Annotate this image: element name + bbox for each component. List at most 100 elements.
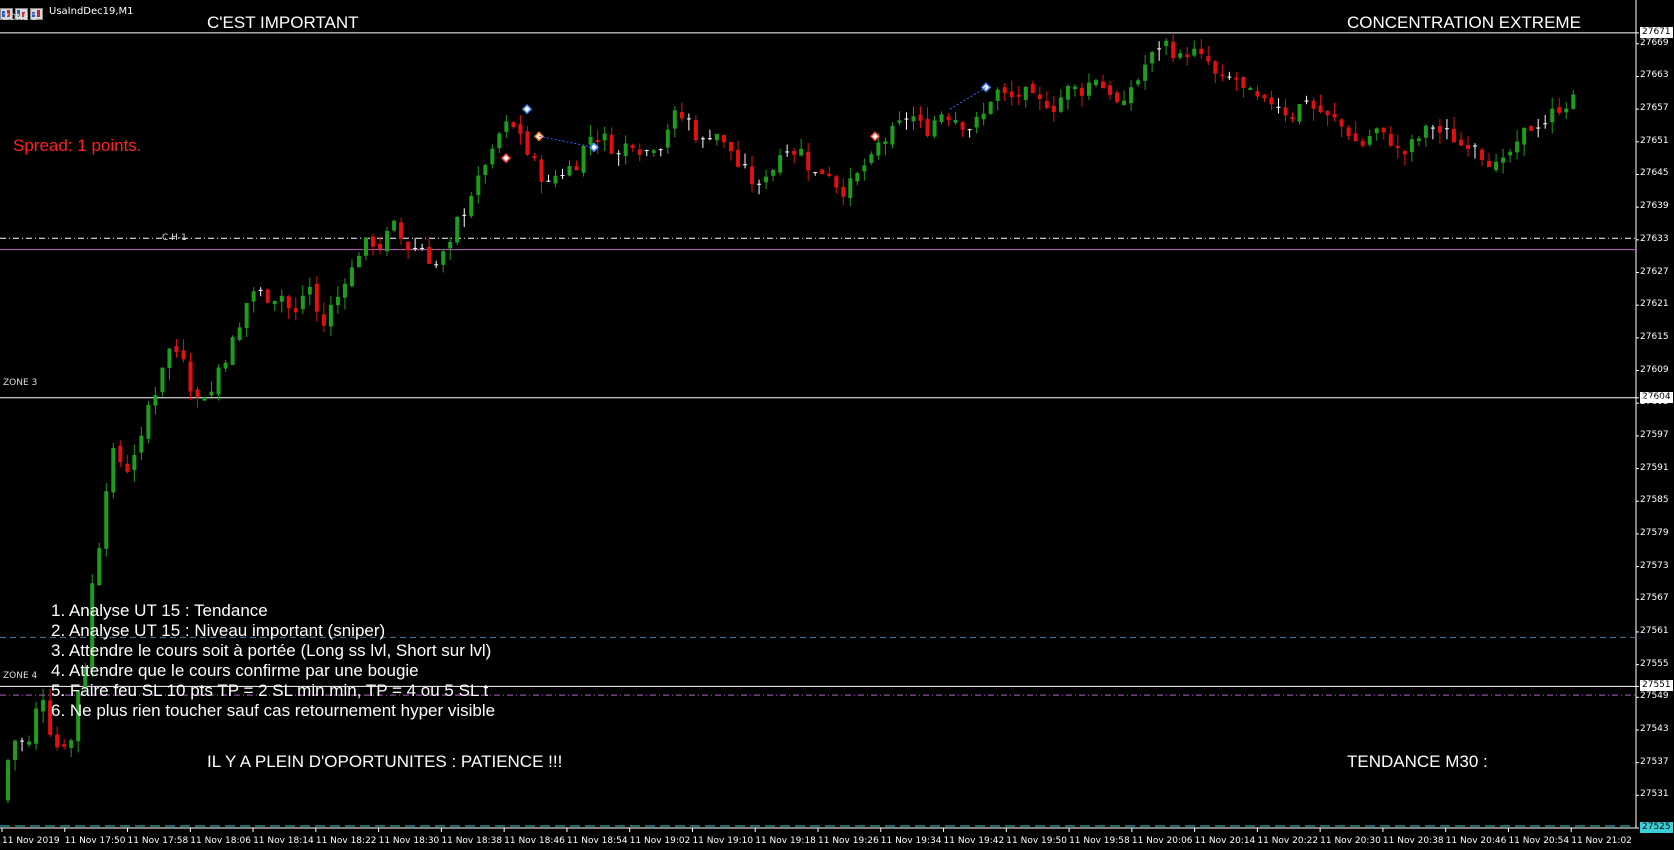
candle-body xyxy=(314,283,319,312)
candle-body xyxy=(539,159,544,182)
zone-3-label: ZONE 3 xyxy=(3,378,38,388)
candle-body xyxy=(476,175,481,196)
candle-body xyxy=(1255,91,1260,97)
candle-body xyxy=(876,142,881,156)
price-axis-label: 27633 xyxy=(1640,233,1669,244)
candle-body xyxy=(167,348,172,368)
candle-body xyxy=(195,389,200,398)
candle-body xyxy=(328,304,333,327)
rule-4: 4. Attendre que le cours confirme par un… xyxy=(51,661,419,680)
candle-body xyxy=(1353,133,1358,142)
time-axis-label: 11 Nov 19:02 xyxy=(629,836,691,846)
candle-body xyxy=(855,173,860,182)
zone-4-label: ZONE 4 xyxy=(3,671,38,681)
candle-body xyxy=(1220,74,1225,77)
candle-body xyxy=(1002,87,1007,94)
candle-body xyxy=(890,125,895,145)
candle-body xyxy=(1311,100,1316,109)
rule-6: 6. Ne plus rien toucher sauf cas retourn… xyxy=(51,701,496,720)
time-axis-label: 11 Nov 18:30 xyxy=(378,836,440,846)
candle-body xyxy=(1332,113,1337,118)
candle-body xyxy=(602,133,607,141)
time-axis-label: 11 Nov 20:30 xyxy=(1320,836,1381,846)
candle-body xyxy=(841,187,846,197)
trade-marker-icon xyxy=(869,131,881,142)
candle-body xyxy=(1283,107,1288,116)
candle-body xyxy=(1213,61,1218,74)
price-axis-label: 27597 xyxy=(1640,429,1669,440)
price-axis-label: 27651 xyxy=(1640,135,1669,146)
candle-body xyxy=(490,148,495,165)
candle-body xyxy=(1122,100,1127,105)
candle-body xyxy=(118,445,123,462)
candle-body xyxy=(799,148,804,156)
price-axis-label: 27669 xyxy=(1640,37,1669,48)
candle-body xyxy=(1480,149,1485,160)
price-axis-label: 27621 xyxy=(1640,299,1669,310)
time-axis-label: 11 Nov 20:06 xyxy=(1131,836,1193,846)
candle-body xyxy=(525,131,530,155)
candle-body xyxy=(939,114,944,123)
candle-body xyxy=(960,122,965,130)
time-axis-label: 11 Nov 19:34 xyxy=(880,836,942,846)
candle-body xyxy=(932,120,937,137)
candle-body xyxy=(441,251,446,265)
rule-1: 1. Analyse UT 15 : Tendance xyxy=(51,601,268,620)
candle-body xyxy=(1030,83,1035,93)
price-chart[interactable] xyxy=(0,0,1674,850)
candle-body xyxy=(1150,52,1155,64)
candle-body xyxy=(1199,48,1204,55)
candle-body xyxy=(6,760,10,801)
price-axis-label: 27567 xyxy=(1640,593,1669,604)
candle-body xyxy=(1065,85,1070,100)
candle-body xyxy=(1522,127,1527,145)
candle-body xyxy=(1515,141,1520,153)
candle-body xyxy=(883,141,888,145)
candle-body xyxy=(62,744,67,747)
candle-body xyxy=(623,143,628,157)
candle-body xyxy=(272,300,277,305)
price-axis-label: 27671 xyxy=(1640,26,1673,38)
candle-body xyxy=(728,141,733,152)
candle-body xyxy=(237,327,242,341)
candle-body xyxy=(995,89,1000,101)
candle-body xyxy=(1023,86,1028,100)
price-axis-label: 27549 xyxy=(1640,691,1669,702)
candle-body xyxy=(792,150,797,155)
candle-body xyxy=(988,101,993,114)
candle-body xyxy=(307,286,312,295)
time-axis-label: 11 Nov 2019 xyxy=(2,836,60,846)
candle-body xyxy=(1487,161,1492,168)
candle-body xyxy=(672,110,677,129)
price-axis-label: 27531 xyxy=(1640,789,1669,800)
candle-body xyxy=(406,241,411,251)
time-axis-label: 11 Nov 20:22 xyxy=(1257,836,1319,846)
candle-body xyxy=(1093,80,1098,86)
candle-body xyxy=(567,165,572,176)
candle-body xyxy=(897,120,902,123)
time-axis-label: 11 Nov 19:42 xyxy=(943,836,1005,846)
candle-body xyxy=(693,120,698,141)
candle-body xyxy=(953,120,958,123)
candle-body xyxy=(104,491,109,549)
candle-body xyxy=(511,122,516,128)
candle-body xyxy=(146,404,151,439)
candle-body xyxy=(609,134,614,154)
candle-body xyxy=(532,155,537,159)
candle-body xyxy=(553,175,558,184)
candle-body xyxy=(588,136,593,145)
candle-body xyxy=(363,237,368,256)
candle-body xyxy=(1346,127,1351,136)
candle-body xyxy=(349,267,354,287)
label-important: C'EST IMPORTANT xyxy=(207,13,359,32)
candle-body xyxy=(469,195,474,217)
candle-body xyxy=(1044,100,1049,108)
price-axis-label: 27663 xyxy=(1640,70,1669,81)
candle-body xyxy=(1465,144,1470,150)
candle-body xyxy=(637,149,642,155)
candle-body xyxy=(1241,76,1246,88)
candle-body xyxy=(160,367,165,393)
candle-body xyxy=(1374,128,1379,134)
candle-body xyxy=(202,397,207,401)
candle-body xyxy=(1423,125,1428,138)
